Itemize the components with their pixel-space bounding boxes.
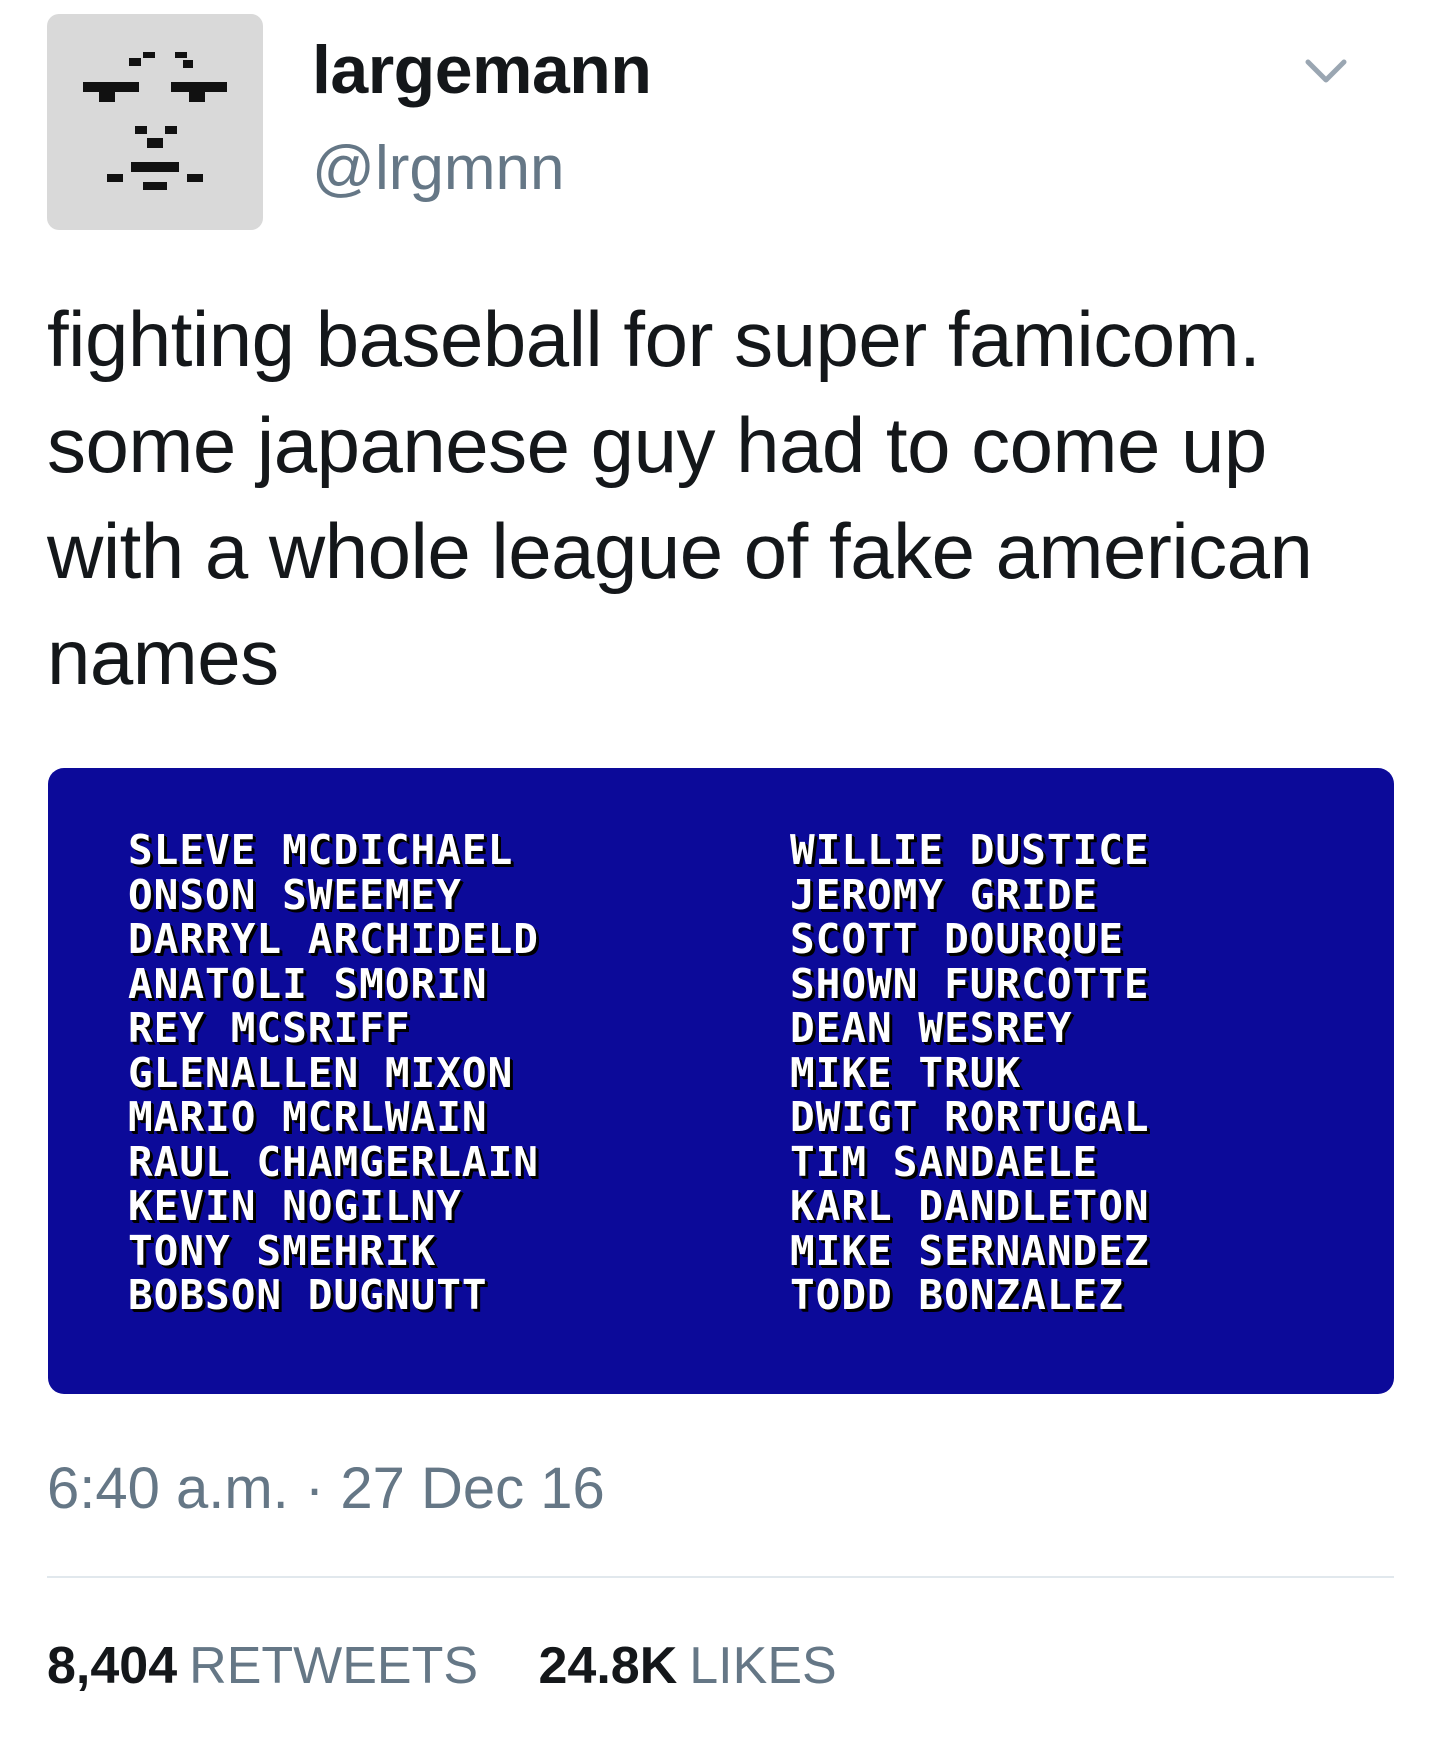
player-name: DARRYL ARCHIDELD xyxy=(128,915,539,963)
player-name: ONSON SWEEMEY xyxy=(128,870,462,919)
retweets-label: RETWEETS xyxy=(189,1637,479,1695)
player-name: SLEVE MCDICHAEL xyxy=(128,826,514,874)
divider xyxy=(47,1576,1394,1578)
user-handle[interactable]: @lrgmnn xyxy=(312,138,564,200)
pixel-face-icon xyxy=(83,52,227,190)
likes-stat[interactable]: 24.8K LIKES xyxy=(539,1640,837,1692)
tweet-text: fighting baseball for super famicom. som… xyxy=(47,295,1313,701)
display-name[interactable]: largemann xyxy=(312,36,652,104)
player-name: WILLIE DUSTICE xyxy=(790,826,1150,874)
player-names-left: SLEVE MCDICHAEL ONSON SWEEMEY DARRYL ARCHI… xyxy=(128,828,539,1318)
likes-label: LIKES xyxy=(689,1637,837,1695)
tweet-image[interactable]: SLEVE MCDICHAEL ONSON SWEEMEY DARRYL ARCHI… xyxy=(48,768,1394,1394)
player-name: TONY SMEHRIK xyxy=(128,1226,437,1275)
retweets-count: 8,404 xyxy=(47,1637,178,1695)
player-name: KARL DANDLETON xyxy=(790,1182,1150,1230)
player-name: SCOTT DOURQUE xyxy=(790,915,1124,963)
player-name: MIKE SERNANDEZ xyxy=(790,1226,1150,1275)
player-name: ANATOLI SMORIN xyxy=(128,959,488,1008)
player-name: TODD BONZALEZ xyxy=(790,1271,1124,1319)
player-name: KEVIN NOGILNY xyxy=(128,1182,462,1230)
player-name: DEAN WESREY xyxy=(790,1004,1073,1052)
player-name: RAUL CHAMGERLAIN xyxy=(128,1137,539,1186)
player-name: TIM SANDAELE xyxy=(790,1137,1099,1186)
player-name: SHOWN FURCOTTE xyxy=(790,959,1150,1008)
player-name: BOBSON DUGNUTT xyxy=(128,1271,488,1319)
retweets-stat[interactable]: 8,404 RETWEETS xyxy=(47,1640,478,1692)
chevron-down-icon xyxy=(1305,59,1347,83)
player-name: MARIO MCRLWAIN xyxy=(128,1093,488,1141)
player-name: JEROMY GRIDE xyxy=(790,870,1099,919)
tweet-stats: 8,404 RETWEETS 24.8K LIKES xyxy=(47,1640,837,1692)
avatar[interactable] xyxy=(47,14,263,230)
tweet-timestamp[interactable]: 6:40 a.m. · 27 Dec 16 xyxy=(47,1460,605,1518)
player-name: GLENALLEN MIXON xyxy=(128,1048,514,1097)
player-name: MIKE TRUK xyxy=(790,1048,1022,1097)
tweet-menu-button[interactable] xyxy=(1300,52,1352,92)
player-names-right: WILLIE DUSTICE JEROMY GRIDE SCOTT DOURQUE S… xyxy=(790,828,1150,1318)
likes-count: 24.8K xyxy=(538,1637,678,1695)
player-name: DWIGT RORTUGAL xyxy=(790,1093,1150,1141)
player-name: REY MCSRIFF xyxy=(128,1004,411,1052)
